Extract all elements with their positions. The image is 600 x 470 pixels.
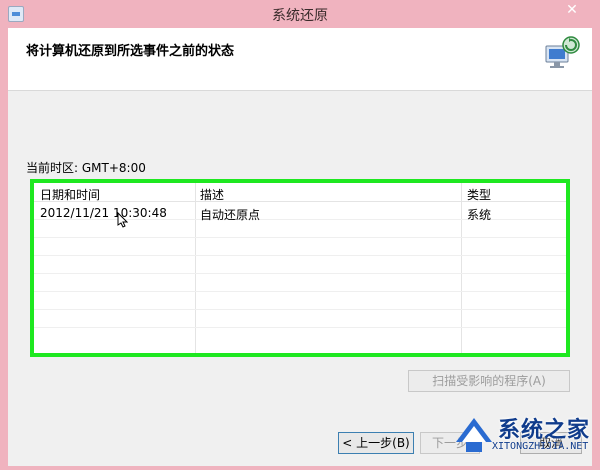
- row-datetime: 2012/11/21 10:30:48: [40, 206, 167, 220]
- back-button[interactable]: < 上一步(B): [338, 432, 414, 454]
- watermark-url: XITONGZHIJIA.NET: [492, 441, 589, 452]
- row-divider: [34, 291, 566, 292]
- dialog-header: 将计算机还原到所选事件之前的状态: [8, 28, 592, 91]
- row-type: 系统: [467, 208, 492, 222]
- system-restore-window: 系统还原 ✕ 将计算机还原到所选事件之前的状态 当前时区: GMT+8:00 日…: [0, 0, 600, 470]
- row-divider: [34, 327, 566, 328]
- column-header-type[interactable]: 类型: [467, 186, 491, 203]
- watermark-logo-icon: [456, 418, 492, 452]
- column-header-datetime[interactable]: 日期和时间: [40, 186, 100, 203]
- column-header-description[interactable]: 描述: [200, 186, 224, 203]
- restore-points-table[interactable]: 日期和时间 描述 类型 2012/11/21 10:30:48 自动还原点 系统: [30, 179, 570, 357]
- row-divider: [34, 237, 566, 238]
- row-description: 自动还原点: [200, 208, 261, 222]
- row-divider: [34, 273, 566, 274]
- header-title: 将计算机还原到所选事件之前的状态: [26, 44, 235, 59]
- title-bar: 系统还原 ✕: [0, 0, 600, 28]
- row-divider: [34, 309, 566, 310]
- scan-affected-programs-button[interactable]: 扫描受影响的程序(A): [408, 370, 570, 392]
- window-title: 系统还原: [272, 8, 328, 24]
- dialog-client: 将计算机还原到所选事件之前的状态 当前时区: GMT+8:00 日期和时间 描述…: [8, 28, 592, 466]
- site-watermark: 系统之家 XITONGZHIJIA.NET: [452, 408, 600, 466]
- close-button[interactable]: ✕: [552, 0, 592, 20]
- watermark-text: 系统之家: [498, 418, 591, 443]
- row-divider: [34, 255, 566, 256]
- system-restore-icon: [545, 36, 580, 68]
- timezone-label: 当前时区: GMT+8:00: [26, 161, 146, 175]
- mouse-cursor-icon: [117, 212, 128, 228]
